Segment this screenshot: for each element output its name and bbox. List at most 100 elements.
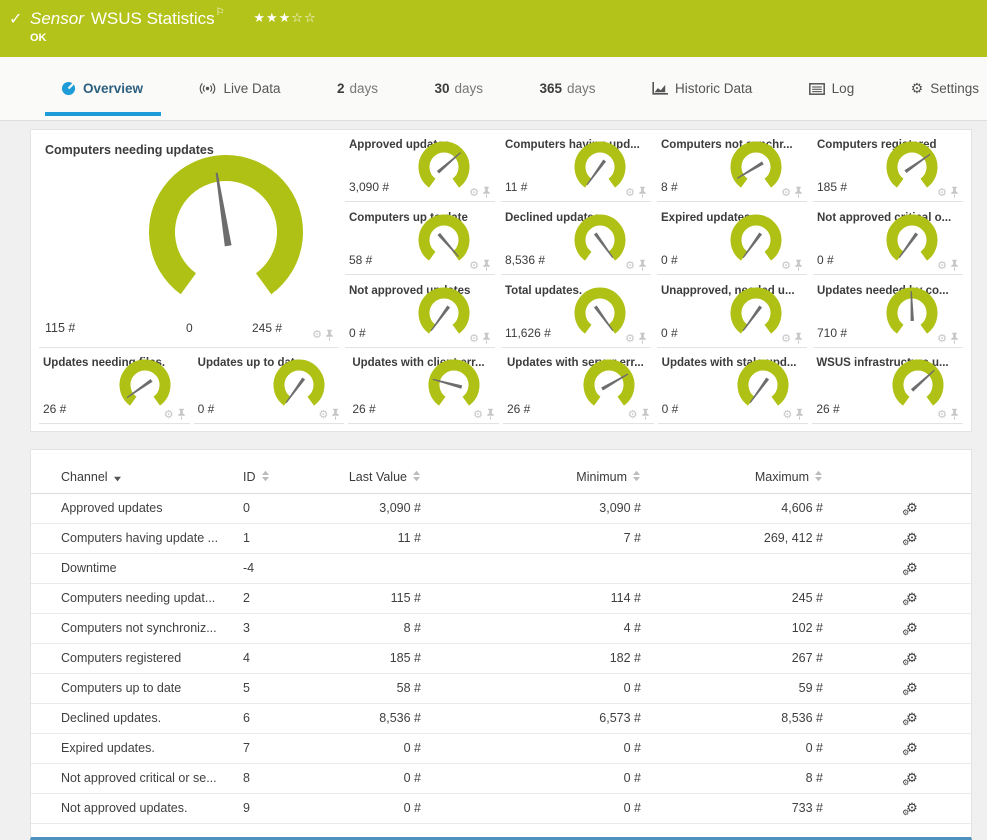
tab-365-days[interactable]: 365days xyxy=(535,57,599,121)
column-header-actions xyxy=(853,462,971,493)
column-header-last-value[interactable]: Last Value xyxy=(346,462,451,493)
gear-icon[interactable]: ⚙ xyxy=(625,187,635,198)
tab-live-data[interactable]: Live Data xyxy=(195,57,284,121)
gear-icon[interactable]: ⚙ xyxy=(164,409,174,420)
gear-icon[interactable]: ⚙ xyxy=(937,187,947,198)
table-row: Computers not synchroniz...38 #4 #102 #⚙… xyxy=(31,613,971,643)
channel-name[interactable]: Computers not synchroniz... xyxy=(31,613,231,643)
gauge xyxy=(580,359,638,407)
gauge xyxy=(883,141,941,189)
edit-channel-icon[interactable]: ⚙⚙ xyxy=(906,740,918,756)
column-label: Last Value xyxy=(349,470,407,484)
edit-channel-icon[interactable]: ⚙⚙ xyxy=(906,680,918,696)
edit-channel-icon[interactable]: ⚙⚙ xyxy=(906,770,918,786)
gear-icon[interactable]: ⚙ xyxy=(469,260,479,271)
gear-icon[interactable]: ⚙ xyxy=(782,409,792,420)
channel-name[interactable]: Computers registered xyxy=(31,643,231,673)
column-header-channel[interactable]: Channel xyxy=(31,462,231,493)
tab-historic-data[interactable]: Historic Data xyxy=(648,57,756,121)
column-header-id[interactable]: ID xyxy=(231,462,346,493)
gear-icon[interactable]: ⚙ xyxy=(937,260,947,271)
channel-name[interactable]: Declined updates. xyxy=(31,703,231,733)
pin-icon[interactable] xyxy=(638,186,647,198)
gauge-tile: Expired updates.0 #⚙ xyxy=(657,209,807,275)
pin-icon[interactable] xyxy=(638,259,647,271)
gauge-bottom-row: Updates needing files.26 #⚙Updates up to… xyxy=(39,354,963,424)
tab-30-days[interactable]: 30days xyxy=(430,57,487,121)
gauge xyxy=(727,287,785,335)
channel-minimum: 0 # xyxy=(451,733,671,763)
channel-name[interactable]: Computers having update ... xyxy=(31,523,231,553)
gear-icon[interactable]: ⚙ xyxy=(781,260,791,271)
gear-icon[interactable]: ⚙ xyxy=(469,333,479,344)
pin-icon[interactable] xyxy=(794,186,803,198)
gauge-actions: ⚙ xyxy=(625,332,647,344)
gauge-value: 11 # xyxy=(505,180,527,194)
pin-icon[interactable] xyxy=(482,332,491,344)
gear-icon[interactable]: ⚙ xyxy=(312,328,322,341)
pin-icon[interactable] xyxy=(482,259,491,271)
edit-channel-icon[interactable]: ⚙⚙ xyxy=(906,530,918,546)
channel-name[interactable]: Expired updates. xyxy=(31,733,231,763)
channel-name[interactable]: Downtime xyxy=(31,553,231,583)
channel-maximum: 267 # xyxy=(671,643,853,673)
gear-icon[interactable]: ⚙ xyxy=(318,409,328,420)
gear-icon[interactable]: ⚙ xyxy=(781,187,791,198)
channel-last-value: 0 # xyxy=(346,763,451,793)
gear-icon[interactable]: ⚙ xyxy=(937,409,947,420)
flag-icon[interactable]: ⚐ xyxy=(216,7,225,18)
edit-channel-icon[interactable]: ⚙⚙ xyxy=(906,650,918,666)
channel-maximum: 102 # xyxy=(671,613,853,643)
pin-icon[interactable] xyxy=(482,186,491,198)
edit-channel-icon[interactable]: ⚙⚙ xyxy=(906,710,918,726)
gauge-actions: ⚙ xyxy=(625,259,647,271)
edit-channel-icon[interactable]: ⚙⚙ xyxy=(906,800,918,816)
channel-minimum xyxy=(451,553,671,583)
gear-icon[interactable]: ⚙ xyxy=(625,333,635,344)
channel-id: 0 xyxy=(231,493,346,523)
channel-name[interactable]: Approved updates xyxy=(31,493,231,523)
channel-minimum: 0 # xyxy=(451,793,671,823)
gear-icon: ⚙ xyxy=(911,81,924,97)
edit-channel-icon[interactable]: ⚙⚙ xyxy=(906,620,918,636)
tab-2-days[interactable]: 2days xyxy=(333,57,382,121)
pin-icon[interactable] xyxy=(950,186,959,198)
gear-icon[interactable]: ⚙ xyxy=(937,333,947,344)
edit-channel-icon[interactable]: ⚙⚙ xyxy=(906,560,918,576)
pin-icon[interactable] xyxy=(795,408,804,420)
column-header-minimum[interactable]: Minimum xyxy=(451,462,671,493)
tab-overview[interactable]: Overview xyxy=(57,57,147,121)
gear-icon[interactable]: ⚙ xyxy=(781,333,791,344)
pin-icon[interactable] xyxy=(950,332,959,344)
pin-icon[interactable] xyxy=(794,259,803,271)
priority-stars[interactable]: ★★★☆☆ xyxy=(253,11,316,26)
gear-icon[interactable]: ⚙ xyxy=(473,409,483,420)
pin-icon[interactable] xyxy=(950,408,959,420)
channel-name[interactable]: Not approved critical or se... xyxy=(31,763,231,793)
channel-name[interactable]: Computers up to date xyxy=(31,673,231,703)
pin-icon[interactable] xyxy=(486,408,495,420)
gear-icon[interactable]: ⚙ xyxy=(628,409,638,420)
gear-icon[interactable]: ⚙ xyxy=(469,187,479,198)
pin-icon[interactable] xyxy=(950,259,959,271)
channel-id: -4 xyxy=(231,553,346,583)
gauge-actions: ⚙ xyxy=(937,408,959,420)
channel-minimum: 7 # xyxy=(451,523,671,553)
pin-icon[interactable] xyxy=(641,408,650,420)
pin-icon[interactable] xyxy=(638,332,647,344)
gauge xyxy=(734,359,792,407)
pin-icon[interactable] xyxy=(331,408,340,420)
column-header-maximum[interactable]: Maximum xyxy=(671,462,853,493)
tab-settings[interactable]: ⚙Settings xyxy=(907,57,983,121)
gear-icon[interactable]: ⚙ xyxy=(625,260,635,271)
pin-icon[interactable] xyxy=(794,332,803,344)
pin-icon[interactable] xyxy=(325,329,334,341)
pin-icon[interactable] xyxy=(177,408,186,420)
channel-name[interactable]: Not approved updates. xyxy=(31,793,231,823)
tab-log[interactable]: Log xyxy=(805,57,859,121)
edit-channel-icon[interactable]: ⚙⚙ xyxy=(906,590,918,606)
channel-name[interactable]: Computers needing updat... xyxy=(31,583,231,613)
sensor-type-label: Sensor xyxy=(30,9,84,28)
edit-channel-icon[interactable]: ⚙⚙ xyxy=(906,500,918,516)
column-label: Maximum xyxy=(755,470,809,484)
